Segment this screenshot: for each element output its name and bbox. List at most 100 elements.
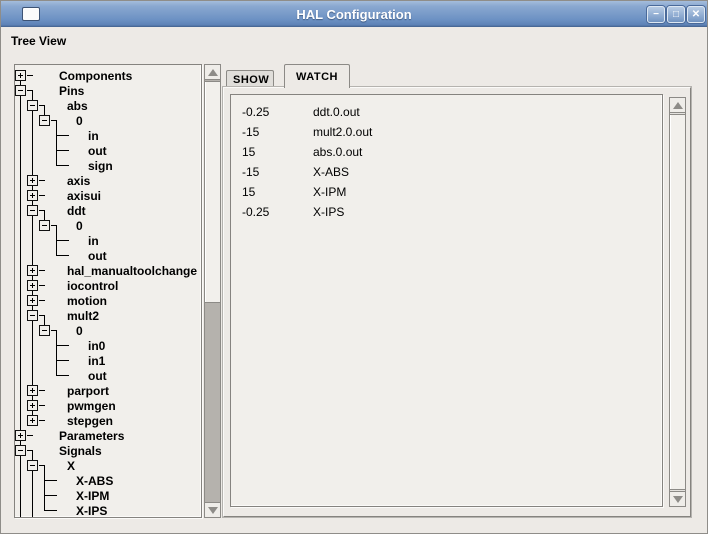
tree-line-cell	[27, 353, 39, 368]
menu-tree-view[interactable]: Tree View	[1, 34, 76, 48]
watch-row: -15mult2.0.out	[231, 122, 662, 142]
tree-node-label[interactable]: ddt	[67, 204, 86, 218]
tree-line-cell	[27, 143, 39, 158]
watch-list[interactable]: -0.25ddt.0.out-15mult2.0.out15abs.0.out-…	[230, 94, 663, 507]
expand-plus-icon[interactable]	[15, 430, 26, 441]
tree-line-cell	[51, 368, 63, 383]
collapse-minus-icon[interactable]	[27, 460, 38, 471]
tab-show[interactable]: SHOW	[226, 70, 274, 87]
collapse-minus-icon[interactable]	[27, 205, 38, 216]
collapse-minus-icon[interactable]	[39, 325, 50, 336]
tree-line-cell	[39, 173, 51, 188]
watch-pin-name: X-IPM	[313, 185, 346, 199]
tree-row: out	[15, 143, 201, 158]
expand-plus-icon[interactable]	[27, 295, 38, 306]
tree-line-cell	[51, 158, 63, 173]
expand-plus-icon[interactable]	[27, 265, 38, 276]
tree-node-label[interactable]: X	[67, 459, 75, 473]
tree-scroll-down-button[interactable]	[205, 502, 220, 517]
expand-plus-icon[interactable]	[15, 70, 26, 81]
tree-node-label[interactable]: mult2	[67, 309, 99, 323]
watch-value: -0.25	[242, 205, 313, 219]
expand-plus-icon[interactable]	[27, 280, 38, 291]
tree-line-cell	[63, 368, 75, 383]
tree-row: Signals	[15, 443, 201, 458]
tree-line-cell	[39, 458, 51, 473]
expand-plus-icon[interactable]	[27, 415, 38, 426]
tree-line-cell	[39, 203, 51, 218]
tree-node-label[interactable]: motion	[67, 294, 107, 308]
expand-plus-icon[interactable]	[27, 175, 38, 186]
tree-node-label[interactable]: 0	[76, 114, 83, 128]
tree-node-label[interactable]: in0	[88, 339, 105, 353]
tree-scrollbar[interactable]	[204, 64, 221, 518]
title-bar[interactable]: HAL Configuration − □ ✕	[1, 1, 707, 27]
tree-node-label[interactable]: 0	[76, 219, 83, 233]
tree-line-cell	[27, 218, 39, 233]
tree-node-label[interactable]: out	[88, 144, 107, 158]
tree-line-cell	[27, 323, 39, 338]
tree-line-cell	[39, 248, 51, 263]
tree-line-cell	[27, 473, 39, 488]
tree-row: X	[15, 458, 201, 473]
hal-tree-view[interactable]: ComponentsPinsabs0inoutsignaxisaxisuiddt…	[14, 64, 202, 518]
tree-line-cell	[15, 158, 27, 173]
tree-node-label[interactable]: stepgen	[67, 414, 113, 428]
tree-node-label[interactable]: Signals	[59, 444, 102, 458]
tree-scrollbar-thumb[interactable]	[205, 81, 220, 303]
watch-scrollbar-thumb[interactable]	[670, 114, 685, 490]
tree-row: X-ABS	[15, 473, 201, 488]
tree-row: Parameters	[15, 428, 201, 443]
collapse-minus-icon[interactable]	[15, 445, 26, 456]
tree-node-label[interactable]: axisui	[67, 189, 101, 203]
maximize-button[interactable]: □	[667, 6, 685, 23]
window-title: HAL Configuration	[1, 7, 707, 22]
tree-row: in	[15, 128, 201, 143]
tree-branch-cell	[39, 323, 51, 338]
watch-pin-name: X-IPS	[313, 205, 344, 219]
tree-node-label[interactable]: in	[88, 234, 99, 248]
tree-node-label[interactable]: abs	[67, 99, 88, 113]
tree-line-cell	[27, 503, 39, 518]
tree-node-label[interactable]: 0	[76, 324, 83, 338]
tree-branch-cell	[27, 458, 39, 473]
tree-node-label[interactable]: out	[88, 249, 107, 263]
minimize-button[interactable]: −	[647, 6, 665, 23]
expand-plus-icon[interactable]	[27, 385, 38, 396]
close-button[interactable]: ✕	[687, 6, 705, 23]
collapse-minus-icon[interactable]	[27, 100, 38, 111]
tree-node-label[interactable]: hal_manualtoolchange	[67, 264, 197, 278]
tree-node-label[interactable]: Components	[59, 69, 132, 83]
tree-branch-cell	[27, 173, 39, 188]
tree-line-cell	[51, 143, 63, 158]
collapse-minus-icon[interactable]	[39, 115, 50, 126]
watch-row: 15X-IPM	[231, 182, 662, 202]
tree-node-label[interactable]: sign	[88, 159, 113, 173]
tree-node-label[interactable]: parport	[67, 384, 109, 398]
collapse-minus-icon[interactable]	[27, 310, 38, 321]
tree-node-label[interactable]: Pins	[59, 84, 84, 98]
tree-node-label[interactable]: out	[88, 369, 107, 383]
watch-scroll-up-button[interactable]	[670, 98, 685, 113]
tree-scroll-up-button[interactable]	[205, 65, 220, 80]
watch-row: 15abs.0.out	[231, 142, 662, 162]
collapse-minus-icon[interactable]	[15, 85, 26, 96]
collapse-minus-icon[interactable]	[39, 220, 50, 231]
expand-plus-icon[interactable]	[27, 190, 38, 201]
tab-watch[interactable]: WATCH	[284, 64, 350, 88]
tree-line-cell	[51, 128, 63, 143]
tree-node-label[interactable]: Parameters	[59, 429, 124, 443]
watch-scroll-down-button[interactable]	[670, 491, 685, 506]
tree-line-cell	[39, 413, 51, 428]
tree-branch-cell	[27, 98, 39, 113]
tree-node-label[interactable]: in1	[88, 354, 105, 368]
tree-node-label[interactable]: in	[88, 129, 99, 143]
tree-node-label[interactable]: pwmgen	[67, 399, 116, 413]
tree-node-label[interactable]: X-IPS	[76, 504, 107, 518]
watch-scrollbar[interactable]	[669, 97, 686, 507]
tree-node-label[interactable]: X-ABS	[76, 474, 113, 488]
tree-node-label[interactable]: X-IPM	[76, 489, 109, 503]
expand-plus-icon[interactable]	[27, 400, 38, 411]
tree-node-label[interactable]: iocontrol	[67, 279, 118, 293]
tree-node-label[interactable]: axis	[67, 174, 90, 188]
